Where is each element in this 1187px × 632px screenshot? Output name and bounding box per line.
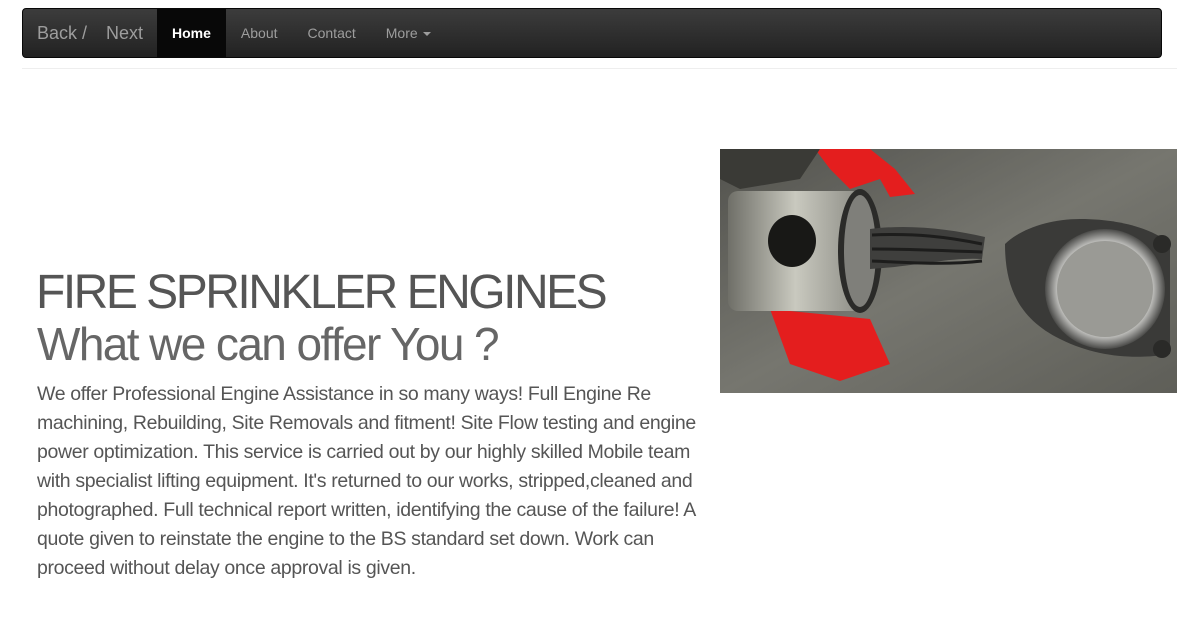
caret-down-icon bbox=[422, 32, 431, 37]
nav-item-contact[interactable]: Contact bbox=[293, 8, 371, 58]
nav-menu: Home About Contact More bbox=[157, 8, 446, 58]
divider bbox=[22, 68, 1177, 69]
page-title: FIRE SPRINKLER ENGINES bbox=[36, 266, 608, 319]
nav-item-more[interactable]: More bbox=[371, 8, 446, 58]
service-description: We offer Professional Engine Assistance … bbox=[37, 383, 696, 579]
navbar-brand: Back / Next bbox=[37, 9, 143, 59]
engine-parts-image bbox=[720, 149, 1177, 393]
navbar: Back / Next Home About Contact More bbox=[22, 8, 1162, 58]
page-subtitle: What we can offer You ? bbox=[37, 318, 500, 370]
next-link[interactable]: Next bbox=[106, 9, 143, 57]
nav-item-more-label: More bbox=[385, 25, 418, 41]
engine-piston-photo bbox=[720, 149, 1177, 393]
nav-item-about[interactable]: About bbox=[226, 8, 293, 58]
nav-item-home[interactable]: Home bbox=[157, 8, 226, 58]
back-link[interactable]: Back / bbox=[37, 9, 87, 57]
